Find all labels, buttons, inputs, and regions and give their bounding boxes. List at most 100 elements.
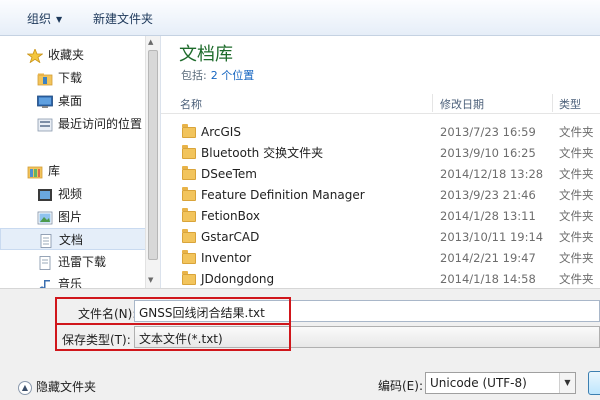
nav-label: 视频 [58,187,83,201]
file-type: 文件夹 [559,209,594,223]
file-date: 2013/9/10 16:25 [440,146,536,160]
file-date: 2014/12/18 13:28 [440,167,544,181]
save-form: 文件名(N): GNSS回线闭合结果.txt 保存类型(T): 文本文件(*.t… [0,288,600,400]
file-name: Inventor [201,251,252,265]
file-date: 2014/2/21 19:47 [440,251,536,265]
video-library-icon [37,187,53,201]
file-row[interactable]: DSeeTem 2014/12/18 13:28 文件夹 [161,164,600,185]
folder-icon [37,71,53,86]
document-icon [37,255,53,270]
nav-label: 迅雷下载 [58,255,107,269]
file-date: 2013/9/23 21:46 [440,188,536,202]
column-divider[interactable] [432,94,433,112]
file-row[interactable]: Inventor 2014/2/21 19:47 文件夹 [161,248,600,269]
music-library-icon [37,277,53,288]
nav-label: 音乐 [58,277,83,288]
toolbar: 组织 ▼ 新建文件夹 [0,0,600,36]
file-row[interactable]: Bluetooth 交换文件夹 2013/9/10 16:25 文件夹 [161,143,600,164]
chevron-down-icon: ▼ [56,15,63,24]
desktop-icon [37,94,53,108]
collapse-up-icon: ▲ [18,380,32,395]
nav-item-downloads[interactable]: 下载 [0,67,146,89]
file-date: 2013/10/11 19:14 [440,230,544,244]
nav-item-favorites[interactable]: 收藏夹 [0,44,146,66]
organize-label: 组织 [27,12,52,26]
file-type: 文件夹 [559,251,594,265]
file-name: ArcGIS [201,125,241,139]
file-date: 2014/1/18 14:58 [440,272,536,286]
library-title: 文档库 [179,44,233,65]
nav-label: 下载 [58,71,83,85]
file-type: 文件夹 [559,167,594,181]
includes-label: 包括: [181,69,207,82]
hide-folders-button[interactable]: ▲ 隐藏文件夹 [18,378,96,396]
encoding-value: Unicode (UTF-8) [430,376,527,390]
nav-item-music[interactable]: 音乐 [0,273,146,288]
nav-item-libraries[interactable]: 库 [0,160,146,182]
file-name: GstarCAD [201,230,260,244]
file-name: DSeeTem [201,167,257,181]
folder-icon [182,145,196,159]
nav-scrollbar[interactable]: ▲ ▼ [145,36,160,288]
highlight-divider [55,323,291,325]
includes-locations-link[interactable]: 2 个位置 [211,69,255,82]
file-row[interactable]: FetionBox 2014/1/28 13:11 文件夹 [161,206,600,227]
nav-item-recent-places[interactable]: 最近访问的位置 [0,113,146,135]
column-header-modified[interactable]: 修改日期 [440,96,484,112]
file-type: 文件夹 [559,230,594,244]
encoding-label: 编码(E): [378,379,423,393]
folder-icon [182,166,196,180]
library-icon [27,164,43,179]
navigation-pane: 收藏夹 下载 桌面 最近访问的位置 库 视频 图片 文档 迅雷下载 音乐 ▲ ▼ [0,36,161,288]
picture-library-icon [37,210,53,225]
nav-item-pictures[interactable]: 图片 [0,206,146,228]
file-date: 2013/7/23 16:59 [440,125,536,139]
nav-label: 图片 [58,210,83,224]
file-name: Feature Definition Manager [201,188,365,202]
file-row[interactable]: GstarCAD 2013/10/11 19:14 文件夹 [161,227,600,248]
document-library-icon [38,233,54,248]
organize-menu-button[interactable]: 组织 ▼ [27,10,62,28]
folder-icon [182,124,196,138]
folder-icon [182,271,196,285]
column-header-name[interactable]: 名称 [180,96,202,112]
file-type: 文件夹 [559,188,594,202]
file-list-pane: 文档库 包括: 2 个位置 名称 修改日期 类型 ArcGIS 2013/7/23… [161,36,600,288]
nav-item-xunlei-downloads[interactable]: 迅雷下载 [0,251,146,273]
column-divider[interactable] [552,94,553,112]
nav-label: 最近访问的位置 [58,117,143,131]
encoding-select[interactable]: Unicode (UTF-8) ▼ [425,372,576,394]
nav-item-desktop[interactable]: 桌面 [0,90,146,112]
nav-item-videos[interactable]: 视频 [0,183,146,205]
file-name: Bluetooth 交换文件夹 [201,146,324,160]
nav-item-documents[interactable]: 文档 [0,228,146,250]
nav-scrollbar-thumb[interactable] [148,50,158,260]
file-type: 文件夹 [559,125,594,139]
file-row[interactable]: ArcGIS 2013/7/23 16:59 文件夹 [161,122,600,143]
file-type: 文件夹 [559,272,594,286]
folder-icon [182,229,196,243]
column-header-row: 名称 修改日期 类型 [161,92,600,114]
file-name: JDdongdong [201,272,275,286]
library-includes: 包括: 2 个位置 [181,67,254,83]
hide-folders-label: 隐藏文件夹 [36,380,97,394]
file-date: 2014/1/28 13:11 [440,209,536,223]
folder-icon [182,187,196,201]
nav-label: 库 [48,164,61,178]
scroll-down-icon[interactable]: ▼ [148,276,153,284]
file-row[interactable]: JDdongdong 2014/1/18 14:58 文件夹 [161,269,600,290]
file-name: FetionBox [201,209,260,223]
column-header-type[interactable]: 类型 [559,96,581,112]
save-button[interactable] [588,371,600,395]
new-folder-button[interactable]: 新建文件夹 [93,10,153,28]
scroll-up-icon[interactable]: ▲ [148,38,153,46]
nav-label: 文档 [59,233,84,247]
file-row[interactable]: Feature Definition Manager 2013/9/23 21:… [161,185,600,206]
nav-label: 桌面 [58,94,83,108]
recent-places-icon [37,117,53,132]
file-type: 文件夹 [559,146,594,160]
star-icon [26,47,44,64]
folder-icon [182,208,196,222]
chevron-down-icon[interactable]: ▼ [559,373,575,393]
nav-label: 收藏夹 [48,48,85,62]
